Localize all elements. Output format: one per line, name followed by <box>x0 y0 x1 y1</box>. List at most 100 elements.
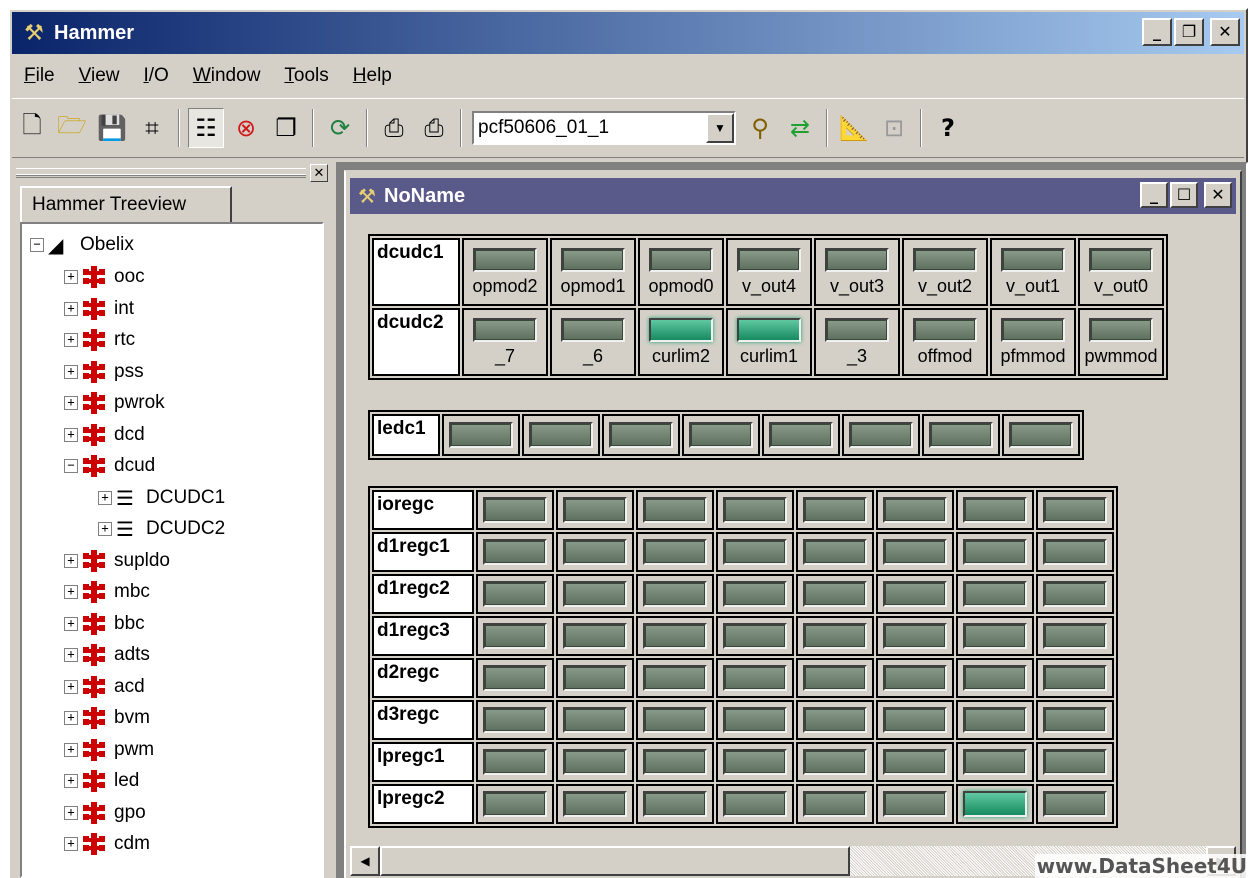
expand-icon[interactable]: + <box>64 396 78 410</box>
expand-icon[interactable]: + <box>98 490 112 505</box>
expand-icon[interactable]: + <box>64 805 78 820</box>
d1regc3-bit-3[interactable] <box>796 616 874 656</box>
tree-item-cdm[interactable]: + cdm <box>64 829 150 859</box>
bit-v_out3[interactable]: v_out3 <box>814 238 900 306</box>
ioregc-bit-0[interactable] <box>1036 490 1114 530</box>
d2regc-bit-5[interactable] <box>636 658 714 698</box>
expand-icon[interactable]: + <box>64 270 78 284</box>
ioregc-bit-6[interactable] <box>556 490 634 530</box>
bit-led-off[interactable] <box>643 707 707 733</box>
bit-_7[interactable]: _7 <box>462 308 548 376</box>
bit-led-off[interactable] <box>803 497 867 523</box>
write-register-icon[interactable]: ⎙ <box>416 108 452 148</box>
bit-led-off[interactable] <box>723 791 787 817</box>
close-button[interactable]: ✕ <box>1210 18 1240 46</box>
bit-_6[interactable]: _6 <box>550 308 636 376</box>
bit-opmod0[interactable]: opmod0 <box>638 238 724 306</box>
ledc-bit-3[interactable] <box>762 414 840 456</box>
bit-led-off[interactable] <box>643 749 707 775</box>
d1regc2-bit-2[interactable] <box>876 574 954 614</box>
d1regc3-bit-5[interactable] <box>636 616 714 656</box>
tree-item-int[interactable]: + int <box>64 294 134 324</box>
bit-led-off[interactable] <box>737 248 801 272</box>
bit-led-off[interactable] <box>529 422 593 448</box>
open-folder-icon[interactable]: 🗁 <box>54 108 90 148</box>
bit-led-off[interactable] <box>563 749 627 775</box>
ioregc-bit-5[interactable] <box>636 490 714 530</box>
d1regc3-bit-1[interactable] <box>956 616 1034 656</box>
tree-item-dcudc2[interactable]: + ☰ DCUDC2 <box>98 514 225 544</box>
menu-item-help[interactable]: Help <box>341 65 404 87</box>
ledc-bit-6[interactable] <box>522 414 600 456</box>
d1regc2-bit-6[interactable] <box>556 574 634 614</box>
bit-led-off[interactable] <box>449 422 513 448</box>
ledc-bit-5[interactable] <box>602 414 680 456</box>
chevron-down-icon[interactable]: ▼ <box>706 113 734 143</box>
bit-led-off[interactable] <box>1001 248 1065 272</box>
bit-led-off[interactable] <box>643 665 707 691</box>
cascade-windows-icon[interactable]: ❐ <box>268 108 304 148</box>
tree-item-bbc[interactable]: + bbc <box>64 609 145 639</box>
d1regc3-bit-0[interactable] <box>1036 616 1114 656</box>
expand-icon[interactable]: + <box>64 648 78 662</box>
d1regc3-bit-4[interactable] <box>716 616 794 656</box>
lpregc1-bit-4[interactable] <box>716 742 794 782</box>
d3regc-bit-7[interactable] <box>476 700 554 740</box>
tree-item-supldo[interactable]: + supldo <box>64 546 170 576</box>
expand-icon[interactable]: + <box>64 837 78 851</box>
bit-led-off[interactable] <box>483 539 547 565</box>
bit-pwmmod[interactable]: pwmmod <box>1078 308 1164 376</box>
d2regc-bit-3[interactable] <box>796 658 874 698</box>
tree-item-rtc[interactable]: + rtc <box>64 325 135 355</box>
register-view-icon[interactable]: ⊡ <box>876 108 912 148</box>
d3regc-bit-6[interactable] <box>556 700 634 740</box>
device-combo[interactable]: pcf50606_01_1 ▼ <box>472 111 736 145</box>
bit-led-off[interactable] <box>883 581 947 607</box>
bit-led-off[interactable] <box>803 707 867 733</box>
bit-led-off[interactable] <box>803 581 867 607</box>
tab-hammer-treeview[interactable]: Hammer Treeview <box>20 186 232 222</box>
bit-led-off[interactable] <box>963 539 1027 565</box>
bit-led-off[interactable] <box>1043 791 1107 817</box>
d3regc-bit-4[interactable] <box>716 700 794 740</box>
bit-led-off[interactable] <box>643 539 707 565</box>
bit-led-off[interactable] <box>803 539 867 565</box>
d3regc-bit-1[interactable] <box>956 700 1034 740</box>
bit-_3[interactable]: _3 <box>814 308 900 376</box>
child-close-button[interactable]: ✕ <box>1204 182 1232 208</box>
bit-led-off[interactable] <box>483 581 547 607</box>
bit-led-off[interactable] <box>723 581 787 607</box>
expand-icon[interactable]: + <box>98 522 112 536</box>
bit-curlim1[interactable]: curlim1 <box>726 308 812 376</box>
tree-item-pwrok[interactable]: + pwrok <box>64 388 165 418</box>
tree-item-led[interactable]: + led <box>64 766 139 796</box>
bit-led-on[interactable] <box>963 791 1027 817</box>
collapse-icon[interactable]: − <box>64 459 78 473</box>
ledc-bit-4[interactable] <box>682 414 760 456</box>
expand-icon[interactable]: + <box>64 427 78 442</box>
d1regc3-bit-7[interactable] <box>476 616 554 656</box>
lpregc1-bit-7[interactable] <box>476 742 554 782</box>
lpregc1-bit-2[interactable] <box>876 742 954 782</box>
expand-icon[interactable]: + <box>64 301 78 316</box>
bit-led-off[interactable] <box>803 623 867 649</box>
lpregc2-bit-6[interactable] <box>556 784 634 824</box>
bit-led-off[interactable] <box>963 749 1027 775</box>
bit-led-off[interactable] <box>723 707 787 733</box>
d1regc3-bit-6[interactable] <box>556 616 634 656</box>
lpregc1-bit-0[interactable] <box>1036 742 1114 782</box>
bit-led-off[interactable] <box>963 581 1027 607</box>
d3regc-bit-0[interactable] <box>1036 700 1114 740</box>
bit-led-off[interactable] <box>483 665 547 691</box>
read-register-icon[interactable]: ⎙ <box>376 108 412 148</box>
d2regc-bit-2[interactable] <box>876 658 954 698</box>
ledc-bit-1[interactable] <box>922 414 1000 456</box>
bit-led-off[interactable] <box>649 248 713 272</box>
bit-opmod1[interactable]: opmod1 <box>550 238 636 306</box>
sync-icon[interactable]: ⇄ <box>782 108 818 148</box>
bit-led-off[interactable] <box>473 318 537 342</box>
bit-led-off[interactable] <box>723 665 787 691</box>
bit-led-off[interactable] <box>483 749 547 775</box>
d1regc2-bit-1[interactable] <box>956 574 1034 614</box>
d3regc-bit-2[interactable] <box>876 700 954 740</box>
